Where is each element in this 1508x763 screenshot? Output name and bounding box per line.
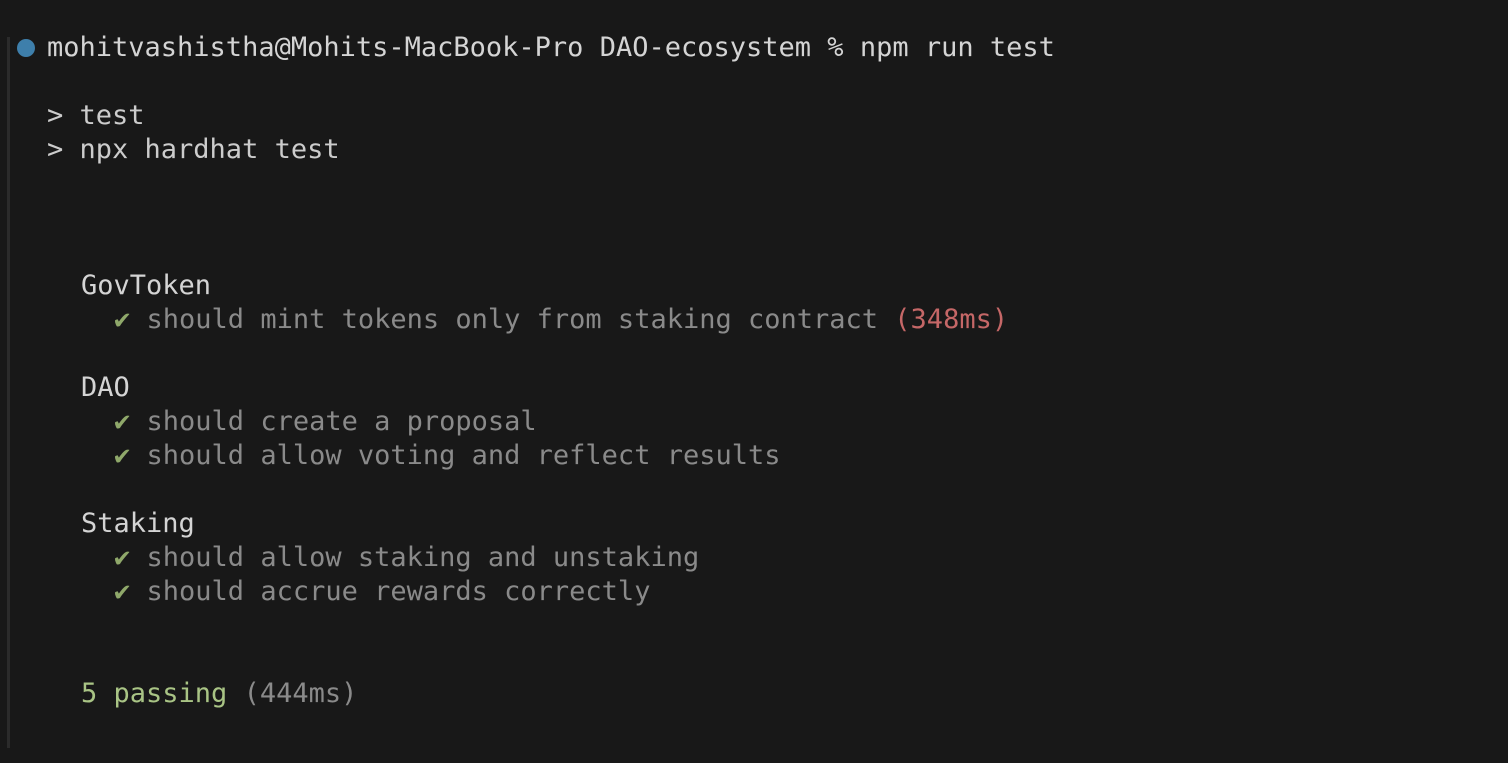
prompt-cwd: DAO-ecosystem xyxy=(599,32,812,63)
total-duration: (444ms) xyxy=(243,678,358,709)
script-line: > npx hardhat test xyxy=(47,134,340,165)
test-result: ✔ should allow voting and reflect result… xyxy=(114,439,781,473)
prompt-line: mohitvashistha@Mohits-MacBook-Pro DAO-ec… xyxy=(47,31,1055,65)
check-icon: ✔ xyxy=(114,440,131,471)
test-title: should mint tokens only from staking con… xyxy=(146,304,879,335)
passing-count: 5 passing xyxy=(81,678,228,709)
command-decoration-rule xyxy=(7,37,10,748)
test-duration: (348ms) xyxy=(894,304,1009,335)
suite-title: GovToken xyxy=(81,270,212,301)
test-result: ✔ should create a proposal xyxy=(114,405,537,439)
script-line: > test xyxy=(47,100,145,131)
suite-title: Staking xyxy=(81,508,195,539)
test-title: should allow voting and reflect results xyxy=(146,440,781,471)
test-title: should create a proposal xyxy=(146,406,537,437)
test-result: ✔ should accrue rewards correctly xyxy=(114,575,650,609)
terminal-panel[interactable]: mohitvashistha@Mohits-MacBook-Pro DAO-ec… xyxy=(0,0,1508,763)
prompt-user-host: mohitvashistha@Mohits-MacBook-Pro xyxy=(47,32,584,63)
suite-title: DAO xyxy=(81,372,130,403)
command-status-dot-icon[interactable] xyxy=(17,39,35,57)
test-result: ✔ should mint tokens only from staking c… xyxy=(114,303,1008,337)
check-icon: ✔ xyxy=(114,576,131,607)
check-icon: ✔ xyxy=(114,304,131,335)
check-icon: ✔ xyxy=(114,542,131,573)
check-icon: ✔ xyxy=(114,406,131,437)
test-result: ✔ should allow staking and unstaking xyxy=(114,541,699,575)
summary-line: 5 passing (444ms) xyxy=(81,677,357,711)
prompt-symbol: % xyxy=(827,32,844,63)
test-title: should allow staking and unstaking xyxy=(146,542,700,573)
prompt-command: npm run test xyxy=(859,32,1055,63)
test-title: should accrue rewards correctly xyxy=(146,576,651,607)
